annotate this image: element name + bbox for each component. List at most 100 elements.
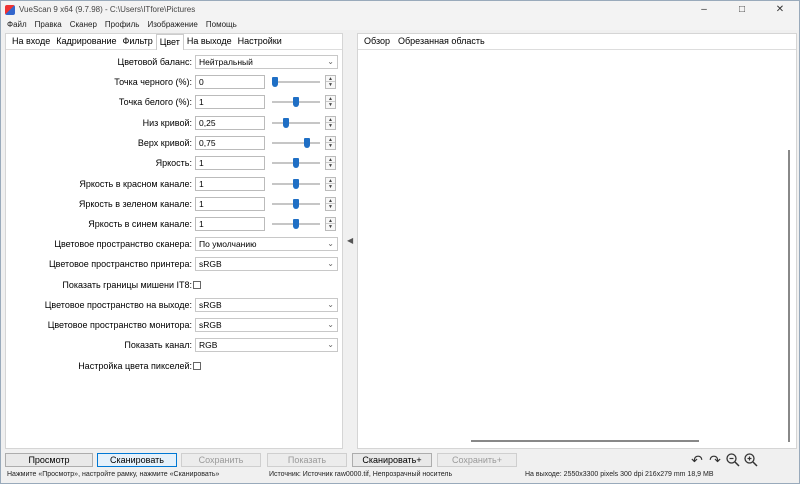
menu-scanner[interactable]: Сканер xyxy=(70,20,97,29)
output-colorspace-row: Цветовое пространство на выходе: sRGB ⌄ xyxy=(6,298,344,312)
save-plus-button[interactable]: Сохранить+ xyxy=(437,453,517,467)
spin-down-icon[interactable]: ▼ xyxy=(326,224,335,230)
color-balance-select[interactable]: Нейтральный ⌄ xyxy=(195,55,338,69)
chevron-down-icon: ⌄ xyxy=(327,259,334,268)
monitor-colorspace-row: Цветовое пространство монитора: sRGB ⌄ xyxy=(6,318,344,332)
curve-low-spinner[interactable]: ▲ ▼ xyxy=(325,116,336,130)
slider-thumb[interactable] xyxy=(293,179,299,189)
slider-thumb[interactable] xyxy=(282,118,289,128)
green-brightness-row: Яркость в зеленом канале: 1 ▲ ▼ xyxy=(6,197,344,211)
maximize-button[interactable]: □ xyxy=(723,1,761,18)
panel-splitter[interactable]: ◀ xyxy=(343,33,357,449)
tab-cropped-area[interactable]: Обрезанная область xyxy=(394,34,489,49)
spin-down-icon[interactable]: ▼ xyxy=(326,184,335,190)
black-point-slider[interactable] xyxy=(272,77,320,87)
tab-preview[interactable]: Обзор xyxy=(360,34,394,49)
white-point-input[interactable]: 1 xyxy=(195,95,265,109)
spin-down-icon[interactable]: ▼ xyxy=(326,143,335,149)
green-brightness-spinner[interactable]: ▲ ▼ xyxy=(325,197,336,211)
slider-thumb[interactable] xyxy=(293,219,299,229)
slider-thumb[interactable] xyxy=(272,77,278,87)
black-point-spinner[interactable]: ▲ ▼ xyxy=(325,75,336,89)
printer-colorspace-row: Цветовое пространство принтера: sRGB ⌄ xyxy=(6,257,344,271)
brightness-slider[interactable] xyxy=(272,158,320,168)
show-channel-select[interactable]: RGB ⌄ xyxy=(195,338,338,352)
green-brightness-label: Яркость в зеленом канале: xyxy=(78,199,192,209)
zoom-in-icon[interactable] xyxy=(743,452,759,468)
chevron-down-icon: ⌄ xyxy=(327,340,334,349)
spin-down-icon[interactable]: ▼ xyxy=(326,102,335,108)
slider-thumb[interactable] xyxy=(303,138,310,148)
spin-down-icon[interactable]: ▼ xyxy=(326,163,335,169)
rotate-right-icon[interactable]: ↷ xyxy=(707,452,723,468)
tab-color[interactable]: Цвет xyxy=(155,34,184,50)
status-source: Источник: Источник raw0000.tif, Непрозра… xyxy=(269,471,453,478)
horizontal-scrollbar[interactable] xyxy=(471,440,699,442)
slider-thumb[interactable] xyxy=(293,158,299,168)
menu-profile[interactable]: Профиль xyxy=(105,20,140,29)
curve-high-row: Верх кривой: 0,75 ▲ ▼ xyxy=(6,136,344,150)
menu-help[interactable]: Помощь xyxy=(206,20,237,29)
spin-down-icon[interactable]: ▼ xyxy=(326,82,335,88)
red-brightness-slider[interactable] xyxy=(272,179,320,189)
curve-low-slider[interactable] xyxy=(272,118,320,128)
green-brightness-slider[interactable] xyxy=(272,199,320,209)
scanner-colorspace-select[interactable]: По умолчанию ⌄ xyxy=(195,237,338,251)
menu-edit[interactable]: Правка xyxy=(35,20,62,29)
zoom-out-icon[interactable] xyxy=(725,452,741,468)
printer-colorspace-value: sRGB xyxy=(199,259,222,269)
scan-button[interactable]: Сканировать xyxy=(97,453,177,467)
tab-output[interactable]: На выходе xyxy=(184,34,235,49)
rotate-left-icon[interactable]: ↶ xyxy=(689,452,705,468)
save-button[interactable]: Сохранить xyxy=(181,453,261,467)
white-point-slider[interactable] xyxy=(272,97,320,107)
scan-plus-button[interactable]: Сканировать+ xyxy=(352,453,432,467)
pixel-color-checkbox[interactable] xyxy=(193,362,201,370)
chevron-down-icon: ⌄ xyxy=(327,57,334,66)
tab-crop[interactable]: Кадрирование xyxy=(53,34,119,49)
tab-filter[interactable]: Фильтр xyxy=(119,34,155,49)
printer-colorspace-select[interactable]: sRGB ⌄ xyxy=(195,257,338,271)
curve-high-input[interactable]: 0,75 xyxy=(195,136,265,150)
title-bar: VueScan 9 x64 (9.7.98) - C:\Users\ITfore… xyxy=(1,1,799,18)
blue-brightness-spinner[interactable]: ▲ ▼ xyxy=(325,217,336,231)
black-point-row: Точка черного (%): 0 ▲ ▼ xyxy=(6,75,344,89)
red-brightness-input[interactable]: 1 xyxy=(195,177,265,191)
blue-brightness-slider[interactable] xyxy=(272,219,320,229)
show-it8-label: Показать границы мишени IT8: xyxy=(62,280,192,290)
monitor-colorspace-select[interactable]: sRGB ⌄ xyxy=(195,318,338,332)
vertical-scrollbar[interactable] xyxy=(788,150,790,442)
spin-down-icon[interactable]: ▼ xyxy=(326,123,335,129)
brightness-input[interactable]: 1 xyxy=(195,156,265,170)
tab-prefs[interactable]: Настройки xyxy=(235,34,285,49)
curve-high-spinner[interactable]: ▲ ▼ xyxy=(325,136,336,150)
spin-down-icon[interactable]: ▼ xyxy=(326,204,335,210)
menu-image[interactable]: Изображение xyxy=(147,20,197,29)
brightness-spinner[interactable]: ▲ ▼ xyxy=(325,156,336,170)
scanner-colorspace-row: Цветовое пространство сканера: По умолча… xyxy=(6,237,344,251)
show-button[interactable]: Показать xyxy=(267,453,347,467)
blue-brightness-label: Яркость в синем канале: xyxy=(88,219,192,229)
collapse-arrow-icon[interactable]: ◀ xyxy=(347,236,353,245)
slider-thumb[interactable] xyxy=(293,97,299,107)
monitor-colorspace-value: sRGB xyxy=(199,320,222,330)
close-button[interactable]: ✕ xyxy=(761,1,799,18)
output-colorspace-select[interactable]: sRGB ⌄ xyxy=(195,298,338,312)
black-point-input[interactable]: 0 xyxy=(195,75,265,89)
tab-input[interactable]: На входе xyxy=(9,34,53,49)
green-brightness-input[interactable]: 1 xyxy=(195,197,265,211)
red-brightness-spinner[interactable]: ▲ ▼ xyxy=(325,177,336,191)
blue-brightness-input[interactable]: 1 xyxy=(195,217,265,231)
menu-file[interactable]: Файл xyxy=(7,20,27,29)
slider-thumb[interactable] xyxy=(293,199,299,209)
output-colorspace-value: sRGB xyxy=(199,300,222,310)
white-point-spinner[interactable]: ▲ ▼ xyxy=(325,95,336,109)
preview-button[interactable]: Просмотр xyxy=(5,453,93,467)
curve-high-slider[interactable] xyxy=(272,138,320,148)
show-it8-checkbox[interactable] xyxy=(193,281,201,289)
minimize-button[interactable]: – xyxy=(685,1,723,18)
pixel-color-label: Настройка цвета пикселей: xyxy=(78,361,192,371)
show-channel-value: RGB xyxy=(199,340,218,350)
curve-low-row: Низ кривой: 0,25 ▲ ▼ xyxy=(6,116,344,130)
curve-low-input[interactable]: 0,25 xyxy=(195,116,265,130)
